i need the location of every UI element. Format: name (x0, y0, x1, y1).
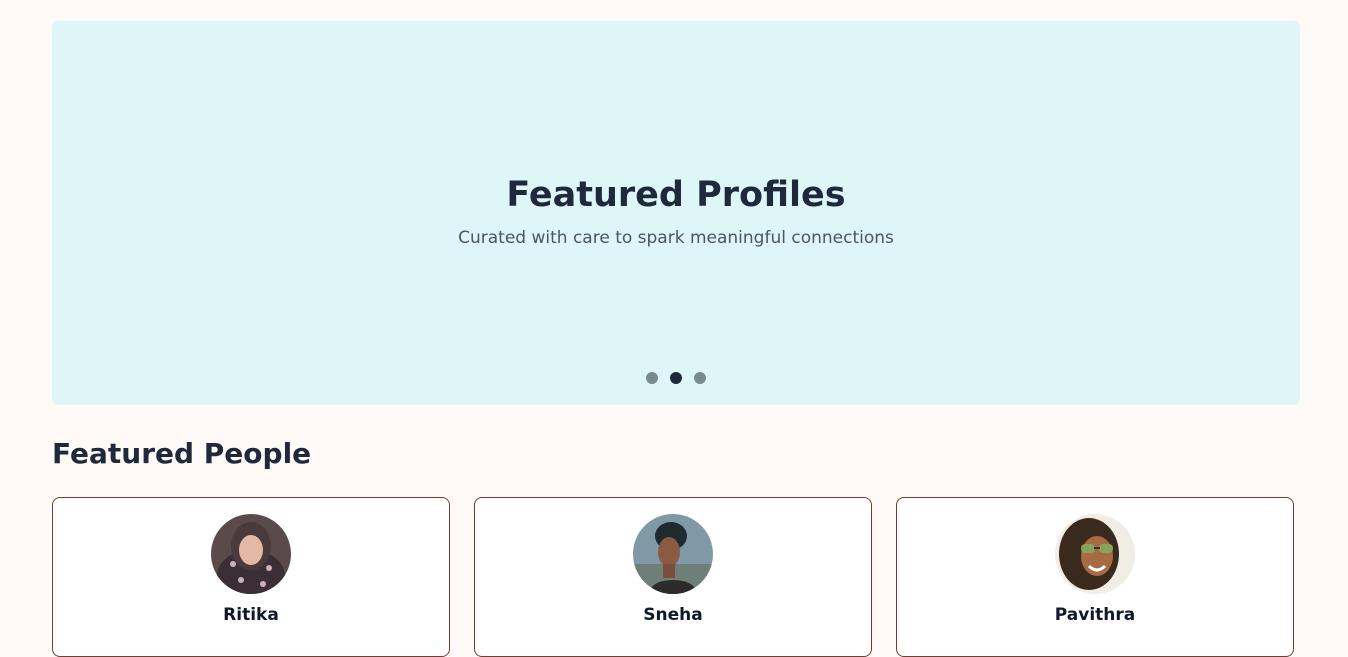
carousel-indicators (52, 372, 1300, 384)
carousel-dot-3[interactable] (694, 372, 706, 384)
carousel-dot-2[interactable] (670, 372, 682, 384)
person-name: Ritika (223, 605, 279, 625)
hero-title: Featured Profiles (506, 175, 846, 215)
avatar (633, 514, 713, 594)
avatar (211, 514, 291, 594)
profile-photo-icon (1055, 514, 1135, 594)
person-card-ritika[interactable]: Ritika (52, 497, 450, 657)
section-title: Featured People (52, 437, 312, 470)
profile-photo-icon (633, 514, 713, 594)
person-name: Pavithra (1054, 605, 1136, 625)
person-card-pavithra[interactable]: Pavithra (896, 497, 1294, 657)
hero-subtitle: Curated with care to spark meaningful co… (458, 228, 894, 248)
profile-photo-icon (211, 514, 291, 594)
avatar (1055, 514, 1135, 594)
hero-carousel: Featured Profiles Curated with care to s… (52, 21, 1300, 405)
people-card-list: Ritika Sneha Pavithra (52, 497, 1300, 657)
person-name: Sneha (643, 605, 703, 625)
carousel-dot-1[interactable] (646, 372, 658, 384)
person-card-sneha[interactable]: Sneha (474, 497, 872, 657)
